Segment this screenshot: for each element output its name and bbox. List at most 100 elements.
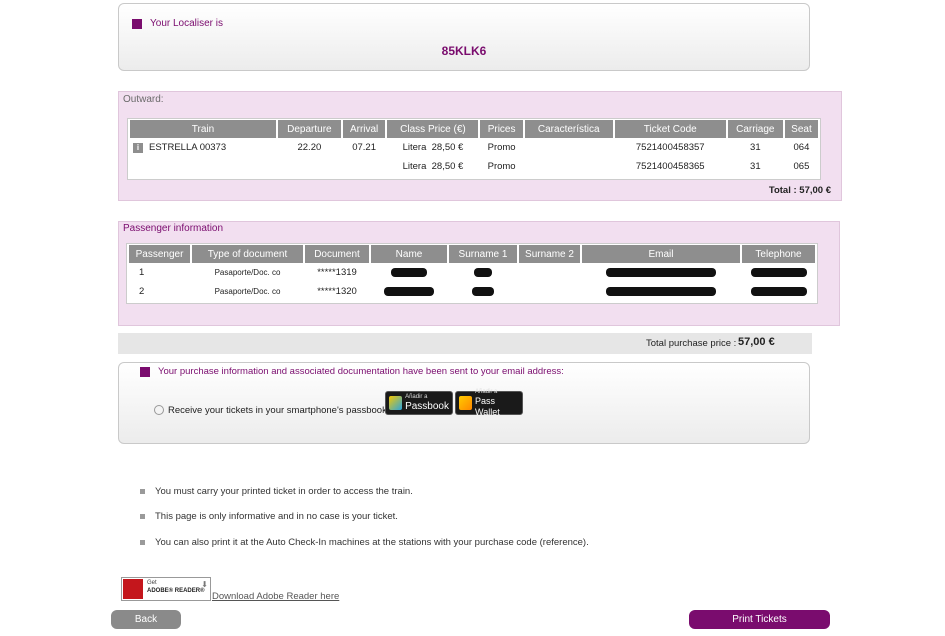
passbook-label: Receive your tickets in your smartphone'… bbox=[168, 405, 387, 416]
note-item: You can also print it at the Auto Check-… bbox=[140, 537, 589, 548]
passbook-big-label: Passbook bbox=[405, 401, 449, 412]
col-document: Document bbox=[305, 245, 369, 263]
col-surname1: Surname 1 bbox=[449, 245, 517, 263]
note-item: This page is only informative and in no … bbox=[140, 511, 398, 522]
col-train: Train bbox=[130, 120, 276, 138]
train-name: ESTRELLA 00373 bbox=[149, 142, 227, 153]
add-to-passbook-button[interactable]: Añadir a Passbook bbox=[385, 391, 453, 415]
passbook-small-label: Añadir a bbox=[405, 394, 428, 400]
caracteristica-cell bbox=[525, 157, 613, 176]
note-text: This page is only informative and in no … bbox=[155, 511, 398, 522]
col-email: Email bbox=[582, 245, 740, 263]
table-row: i ESTRELLA 00373 22.20 07.21 Litera 28,50… bbox=[130, 138, 818, 157]
total-purchase-strip: Total purchase price : 57,00 € bbox=[118, 333, 812, 354]
arrival-time bbox=[343, 157, 386, 176]
col-seat: Seat bbox=[784, 120, 818, 138]
adobe-icon bbox=[123, 579, 143, 599]
table-row: 1 Pasaporte/Doc. co *****1319 bbox=[129, 263, 815, 282]
document-number: *****1319 bbox=[317, 267, 357, 278]
redacted-email bbox=[606, 286, 716, 296]
passbook-radio[interactable] bbox=[154, 405, 164, 415]
passenger-section: Passenger information Passenger Type of … bbox=[118, 221, 840, 326]
carriage-number: 31 bbox=[750, 142, 761, 153]
passenger-number: 1 bbox=[139, 267, 145, 278]
print-tickets-button[interactable]: Print Tickets bbox=[689, 610, 830, 629]
departure-time: 22.20 bbox=[297, 142, 322, 153]
bullet-square-icon bbox=[132, 19, 142, 29]
download-adobe-link[interactable]: Download Adobe Reader here bbox=[212, 591, 339, 602]
passwallet-icon bbox=[459, 396, 473, 410]
redacted-telephone bbox=[750, 267, 807, 277]
seat-number: 065 bbox=[793, 161, 810, 172]
adobe-badge-small: Get bbox=[147, 580, 157, 586]
localiser-panel: Your Localiser is 85KLK6 bbox=[118, 3, 810, 71]
table-row: Litera 28,50 € Promo 7521400458365 31 06… bbox=[130, 157, 818, 176]
localiser-label: Your Localiser is bbox=[150, 18, 224, 29]
localiser-code: 85KLK6 bbox=[441, 44, 487, 58]
passbook-icon bbox=[389, 396, 403, 410]
confirmation-panel: Your purchase information and associated… bbox=[118, 362, 810, 444]
ticket-code: 7521400458357 bbox=[635, 142, 705, 153]
bullet-icon bbox=[140, 513, 145, 519]
col-class-price: Class Price (€) bbox=[387, 120, 479, 138]
table-row: 2 Pasaporte/Doc. co *****1320 bbox=[129, 282, 815, 301]
outward-table-panel: Train Departure Arrival Class Price (€) … bbox=[127, 118, 821, 180]
col-departure: Departure bbox=[278, 120, 341, 138]
outward-total: Total : 57,00 € bbox=[768, 185, 831, 196]
bullet-square-icon bbox=[140, 367, 150, 377]
col-telephone: Telephone bbox=[742, 245, 815, 263]
redacted-name bbox=[391, 267, 427, 277]
redacted-surname bbox=[472, 286, 494, 296]
caracteristica-cell bbox=[525, 138, 613, 157]
price-type: Promo bbox=[487, 142, 516, 153]
col-carriage: Carriage bbox=[727, 120, 783, 138]
redacted-name bbox=[384, 286, 434, 296]
passenger-table-panel: Passenger Type of document Document Name… bbox=[126, 243, 818, 304]
ticket-code: 7521400458365 bbox=[635, 161, 705, 172]
col-caracteristica: Característica bbox=[524, 120, 613, 138]
add-to-passwallet-button[interactable]: Añadir a Pass Wallet bbox=[455, 388, 523, 417]
col-name: Name bbox=[371, 245, 447, 263]
note-text: You must carry your printed ticket in or… bbox=[155, 486, 413, 497]
arrival-time: 07.21 bbox=[352, 142, 376, 153]
col-passenger: Passenger bbox=[129, 245, 190, 263]
seat-number: 064 bbox=[793, 142, 810, 153]
download-arrow-icon: ⬇ bbox=[201, 580, 208, 589]
col-surname2: Surname 2 bbox=[519, 245, 580, 263]
col-prices: Prices bbox=[480, 120, 523, 138]
class-price: 28,50 € bbox=[431, 142, 464, 153]
outward-section: Outward: Train Departure Arrival Class P… bbox=[118, 91, 842, 201]
outward-title: Outward: bbox=[123, 94, 164, 105]
email-notice: Your purchase information and associated… bbox=[158, 366, 564, 377]
adobe-reader-badge[interactable]: Get ADOBE® READER® ⬇ bbox=[121, 577, 211, 601]
back-button[interactable]: Back bbox=[111, 610, 181, 629]
info-icon[interactable]: i bbox=[133, 143, 143, 153]
document-type: Pasaporte/Doc. co bbox=[214, 268, 281, 277]
passwallet-small-label: Añadir a bbox=[475, 388, 498, 395]
note-text: You can also print it at the Auto Check-… bbox=[155, 537, 589, 548]
document-type: Pasaporte/Doc. co bbox=[214, 287, 281, 296]
passenger-title: Passenger information bbox=[123, 223, 224, 234]
adobe-badge-big: ADOBE® READER® bbox=[147, 588, 205, 594]
redacted-surname bbox=[474, 267, 492, 277]
bullet-icon bbox=[140, 539, 145, 545]
price-type: Promo bbox=[487, 161, 516, 172]
total-purchase-value: 57,00 € bbox=[738, 336, 775, 348]
departure-time bbox=[278, 157, 341, 176]
outward-table: Train Departure Arrival Class Price (€) … bbox=[128, 120, 820, 176]
redacted-telephone bbox=[750, 286, 807, 296]
col-ticket-code: Ticket Code bbox=[614, 120, 726, 138]
col-document-type: Type of document bbox=[192, 245, 303, 263]
train-name bbox=[130, 157, 276, 176]
passenger-number: 2 bbox=[139, 286, 145, 297]
total-purchase-label: Total purchase price : bbox=[646, 338, 737, 349]
class-price: 28,50 € bbox=[431, 161, 464, 172]
passwallet-big-label: Pass Wallet bbox=[475, 395, 500, 417]
class-name: Litera bbox=[402, 161, 427, 172]
class-name: Litera bbox=[402, 142, 427, 153]
carriage-number: 31 bbox=[750, 161, 761, 172]
document-number: *****1320 bbox=[317, 286, 357, 297]
passenger-table: Passenger Type of document Document Name… bbox=[127, 245, 817, 301]
redacted-email bbox=[606, 267, 716, 277]
col-arrival: Arrival bbox=[342, 120, 386, 138]
